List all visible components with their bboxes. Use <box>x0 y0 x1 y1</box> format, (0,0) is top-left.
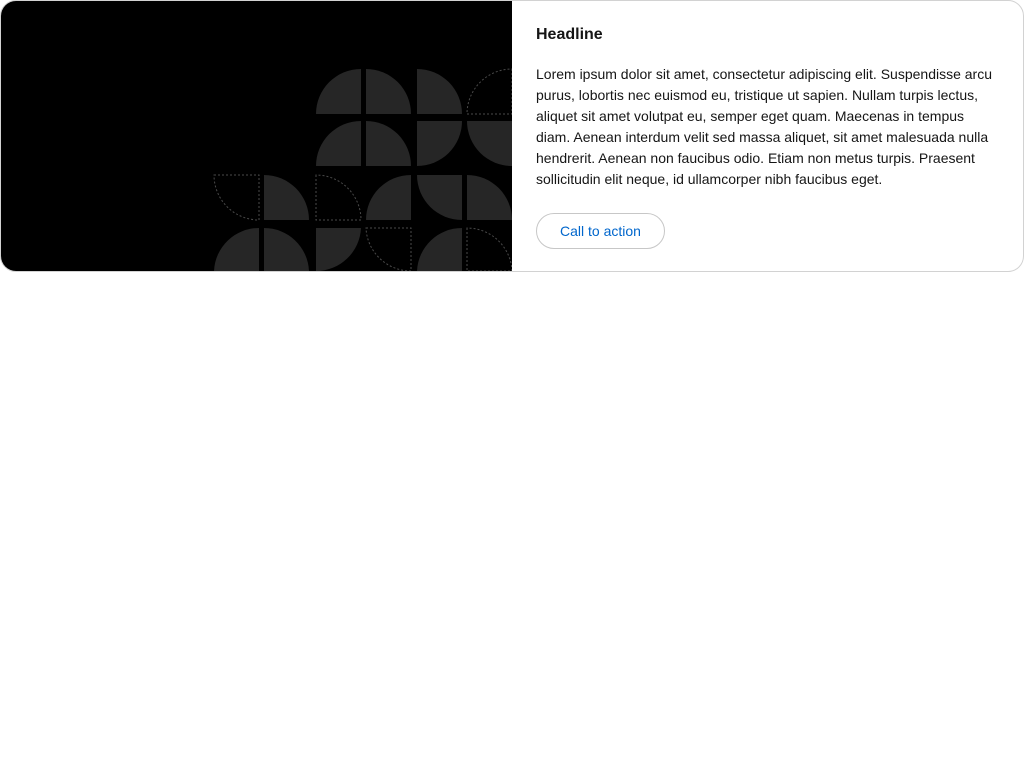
card-body-text: Lorem ipsum dolor sit amet, consectetur … <box>536 66 992 187</box>
card-body: Headline Lorem ipsum dolor sit amet, con… <box>512 1 1023 271</box>
card-headline: Headline <box>536 26 603 43</box>
card-image <box>1 1 512 271</box>
call-to-action-button[interactable]: Call to action <box>536 213 665 249</box>
card: Headline Lorem ipsum dolor sit amet, con… <box>0 0 1024 272</box>
geometric-pattern-illustration <box>213 68 512 271</box>
